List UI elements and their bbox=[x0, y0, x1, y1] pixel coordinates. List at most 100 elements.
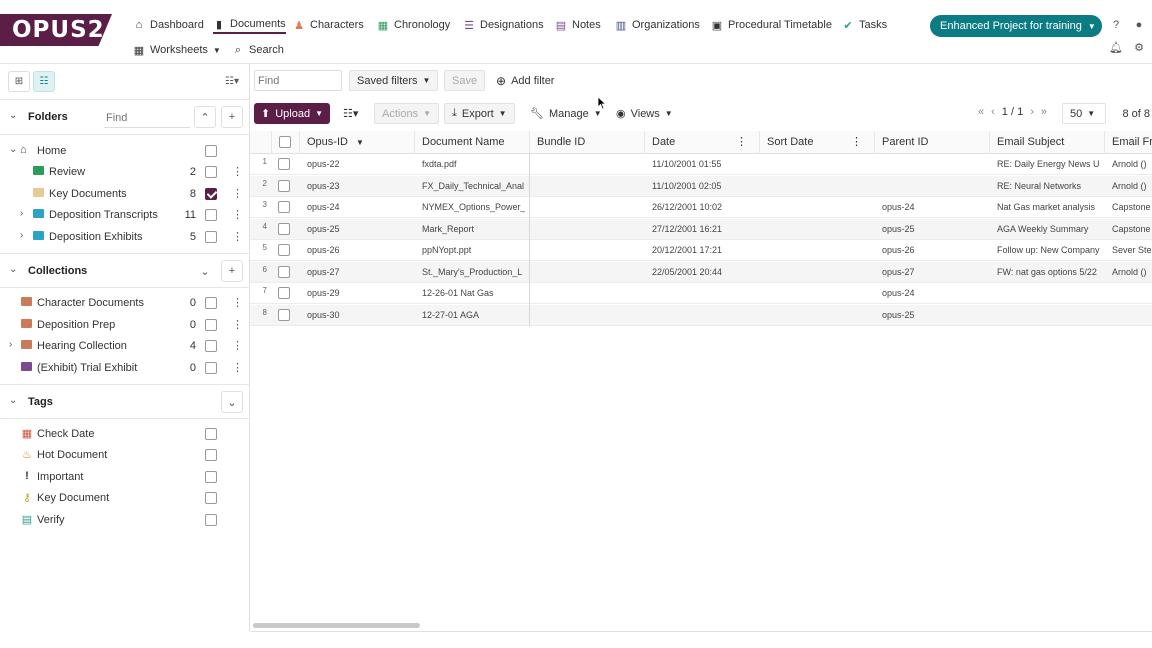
gear-icon[interactable]: ⚙ bbox=[1132, 41, 1146, 55]
cell-sort[interactable] bbox=[760, 219, 875, 240]
row-checkbox[interactable] bbox=[278, 201, 290, 213]
cell-bundle[interactable] bbox=[530, 154, 645, 175]
cell-date[interactable]: 11/10/2001 02:05 bbox=[645, 176, 760, 197]
cell-parent[interactable] bbox=[875, 176, 990, 197]
folder-checkbox[interactable] bbox=[205, 231, 217, 243]
cell-bundle[interactable] bbox=[530, 197, 645, 218]
nav-procedural-timetable[interactable]: ▣ Procedural Timetable bbox=[711, 17, 832, 33]
cell-from[interactable]: Sever Ste bbox=[1105, 240, 1152, 261]
column-header-email-subject[interactable]: Email Subject bbox=[990, 131, 1105, 154]
cell-parent[interactable]: opus-26 bbox=[875, 240, 990, 261]
column-header-email-from[interactable]: Email Fr bbox=[1105, 131, 1152, 154]
cell-name[interactable]: fxdta.pdf bbox=[415, 154, 525, 175]
cell-id[interactable]: opus-23 bbox=[300, 176, 415, 197]
tag-item[interactable]: ⚷ Key Document bbox=[0, 488, 250, 509]
cell-bundle[interactable] bbox=[530, 176, 645, 197]
cell-date[interactable]: 22/05/2001 20:44 bbox=[645, 262, 760, 283]
cell-date[interactable] bbox=[645, 283, 760, 304]
cell-name[interactable]: 12-26-01 Nat Gas bbox=[415, 283, 525, 304]
upload-button[interactable]: ⬆ Upload ▼ bbox=[254, 103, 330, 124]
collections-section-header[interactable]: ⌄ Collections ⌄ + bbox=[0, 253, 250, 288]
bell-icon[interactable]: 🔔︎ bbox=[1109, 41, 1123, 55]
more-options-icon[interactable]: ⋮ bbox=[232, 339, 243, 352]
column-chooser-icon[interactable]: ☷▾ bbox=[336, 103, 365, 124]
document-find-input[interactable] bbox=[254, 70, 342, 91]
select-all-checkbox[interactable] bbox=[279, 136, 291, 148]
nav-worksheets[interactable]: ▦ Worksheets ▼ bbox=[133, 42, 221, 58]
last-page-icon[interactable]: » bbox=[1041, 106, 1047, 118]
cell-sort[interactable] bbox=[760, 305, 875, 326]
folder-deposition-transcripts[interactable]: › Deposition Transcripts 11 ⋮ bbox=[0, 205, 250, 226]
nav-chronology[interactable]: ▦ Chronology bbox=[377, 17, 450, 33]
row-checkbox[interactable] bbox=[278, 179, 290, 192]
more-options-icon[interactable]: ⋮ bbox=[232, 165, 243, 178]
cell-subject[interactable] bbox=[990, 283, 1105, 304]
cell-id[interactable]: opus-27 bbox=[300, 262, 415, 283]
next-page-icon[interactable]: › bbox=[1030, 106, 1034, 118]
columns-menu-icon[interactable]: ☷▾ bbox=[221, 71, 243, 92]
folders-section-header[interactable]: ⌄ Folders ⌃ + bbox=[0, 100, 250, 135]
home-checkbox[interactable] bbox=[205, 145, 217, 157]
nav-characters[interactable]: ♟ Characters bbox=[293, 17, 364, 33]
collection-checkbox[interactable] bbox=[205, 362, 217, 374]
tag-checkbox[interactable] bbox=[205, 428, 217, 440]
page-size-select[interactable]: 50 ▼ bbox=[1062, 103, 1106, 124]
cell-subject[interactable] bbox=[990, 305, 1105, 326]
more-options-icon[interactable]: ⋮ bbox=[232, 296, 243, 309]
row-checkbox[interactable] bbox=[278, 265, 290, 278]
tag-item[interactable]: ▦ Check Date bbox=[0, 424, 250, 445]
cell-from[interactable]: Arnold () bbox=[1105, 176, 1152, 197]
cell-date[interactable]: 11/10/2001 01:55 bbox=[645, 154, 760, 175]
cell-date[interactable] bbox=[645, 305, 760, 326]
folder-review[interactable]: Review 2 ⋮ bbox=[0, 162, 250, 183]
cell-subject[interactable]: Follow up: New Company bbox=[990, 240, 1105, 261]
cell-subject[interactable]: Nat Gas market analysis bbox=[990, 197, 1105, 218]
folder-checkbox[interactable] bbox=[205, 188, 217, 200]
collection-item[interactable]: Character Documents 0 ⋮ bbox=[0, 293, 250, 314]
cell-sort[interactable] bbox=[760, 240, 875, 261]
cell-from[interactable] bbox=[1105, 283, 1152, 304]
table-row[interactable]: 5 opus-26 ppNYopt.ppt 20/12/2001 17:21 opus-… bbox=[250, 240, 1152, 261]
collection-item[interactable]: Deposition Prep 0 ⋮ bbox=[0, 315, 250, 336]
cell-name[interactable]: ppNYopt.ppt bbox=[415, 240, 525, 261]
add-filter-button[interactable]: ⊕ Add filter bbox=[489, 70, 561, 91]
add-folder-button[interactable]: + bbox=[221, 106, 243, 128]
table-row[interactable]: 1 opus-22 fxdta.pdf 11/10/2001 01:55 RE: Dai… bbox=[250, 154, 1152, 175]
row-checkbox[interactable] bbox=[278, 244, 290, 256]
cell-name[interactable]: NYMEX_Options_Power_ bbox=[415, 197, 525, 218]
collection-checkbox[interactable] bbox=[205, 319, 217, 331]
column-header-bundle-id[interactable]: Bundle ID bbox=[530, 131, 645, 154]
nav-dashboard[interactable]: ⌂ Dashboard bbox=[133, 17, 204, 33]
tag-checkbox[interactable] bbox=[205, 514, 217, 526]
folders-find-input[interactable] bbox=[104, 108, 190, 128]
save-filter-button[interactable]: Save bbox=[444, 70, 486, 91]
cell-parent[interactable]: opus-25 bbox=[875, 219, 990, 240]
row-checkbox[interactable] bbox=[278, 222, 290, 235]
cell-name[interactable]: St._Mary's_Production_L bbox=[415, 262, 525, 283]
more-options-icon[interactable]: ⋮ bbox=[232, 318, 243, 331]
cell-date[interactable]: 20/12/2001 17:21 bbox=[645, 240, 760, 261]
more-options-icon[interactable]: ⋮ bbox=[232, 361, 243, 374]
cell-parent[interactable]: opus-25 bbox=[875, 305, 990, 326]
nav-organizations[interactable]: ▥ Organizations bbox=[615, 17, 700, 33]
collapse-all-icon[interactable]: ⌃ bbox=[194, 106, 216, 128]
cell-date[interactable]: 27/12/2001 16:21 bbox=[645, 219, 760, 240]
cell-parent[interactable]: opus-27 bbox=[875, 262, 990, 283]
cell-id[interactable]: opus-22 bbox=[300, 154, 415, 175]
more-options-icon[interactable]: ⋮ bbox=[232, 208, 243, 221]
cell-sort[interactable] bbox=[760, 262, 875, 283]
cell-subject[interactable]: RE: Neural Networks bbox=[990, 176, 1105, 197]
column-header-date[interactable]: Date ⋮ bbox=[645, 131, 760, 154]
column-header-parent-id[interactable]: Parent ID bbox=[875, 131, 990, 154]
tag-checkbox[interactable] bbox=[205, 471, 217, 483]
cell-sort[interactable] bbox=[760, 197, 875, 218]
list-view-icon[interactable]: ☷ bbox=[33, 71, 55, 92]
cell-from[interactable]: Arnold () bbox=[1105, 154, 1152, 175]
horizontal-scrollbar[interactable] bbox=[253, 623, 420, 628]
table-row[interactable]: 2 opus-23 FX_Daily_Technical_Anal 11/10/200… bbox=[250, 175, 1152, 197]
tag-checkbox[interactable] bbox=[205, 449, 217, 461]
manage-button[interactable]: 🔧︎ Manage ▼ bbox=[523, 103, 609, 124]
project-selector-button[interactable]: Enhanced Project for training ▼ bbox=[930, 15, 1102, 37]
column-menu-icon[interactable]: ⋮ bbox=[736, 131, 747, 153]
tag-item[interactable]: ! Important bbox=[0, 467, 250, 488]
